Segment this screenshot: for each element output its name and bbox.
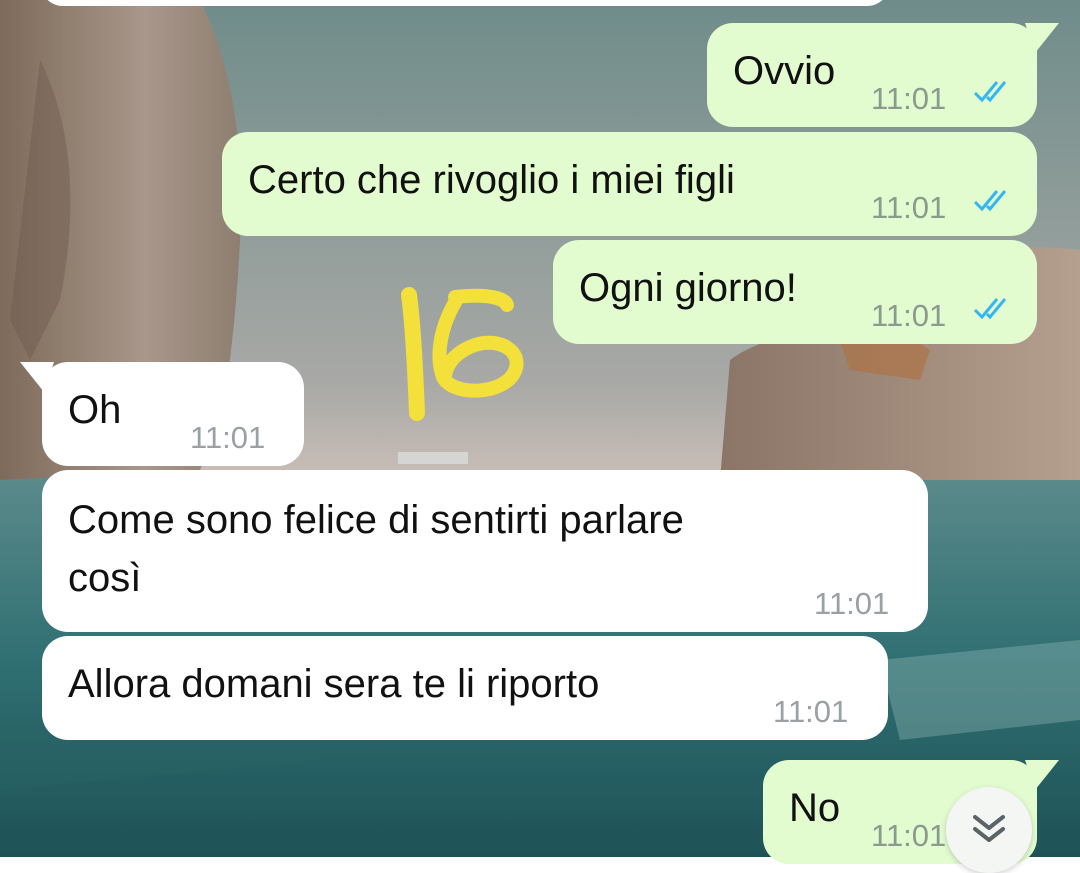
double-check-icon — [973, 190, 1007, 212]
message-bubble-incoming[interactable]: Oh 11:01 — [42, 362, 304, 466]
message-timestamp: 11:01 — [871, 818, 947, 853]
double-check-icon — [973, 298, 1007, 320]
message-bubble-outgoing[interactable]: Ogni giorno! 11:01 — [553, 240, 1037, 344]
message-text: Allora domani sera te li riporto — [68, 662, 600, 706]
double-check-icon — [973, 81, 1007, 103]
message-bubble-outgoing[interactable]: Ovvio 11:01 — [707, 23, 1037, 127]
message-text: Ogni giorno! — [579, 266, 797, 310]
message-text: Ovvio — [733, 49, 836, 93]
message-text: No — [789, 786, 841, 830]
message-timestamp: 11:01 — [773, 694, 849, 729]
message-timestamp: 11:01 — [871, 81, 947, 116]
message-timestamp: 11:01 — [814, 586, 890, 621]
message-timestamp: 11:01 — [871, 190, 947, 225]
message-text-line-2: così — [68, 556, 142, 600]
message-bubble-incoming[interactable]: Allora domani sera te li riporto 11:01 — [42, 636, 888, 740]
message-text: Oh — [68, 388, 122, 432]
message-timestamp: 11:01 — [871, 298, 947, 333]
bubble-tail — [1025, 23, 1059, 53]
message-bubble-incoming[interactable]: Come sono felice di sentirti parlare cos… — [42, 470, 928, 632]
message-text-line-1: Come sono felice di sentirti parlare — [68, 498, 684, 542]
partial-message-bubble — [40, 0, 890, 6]
chevron-double-down-icon — [973, 815, 1005, 842]
bubble-tail — [1025, 760, 1059, 790]
message-bubble-outgoing[interactable]: Certo che rivoglio i miei figli 11:01 — [222, 132, 1037, 236]
message-text: Certo che rivoglio i miei figli — [248, 158, 735, 202]
handwritten-annotation — [395, 285, 535, 425]
scroll-to-bottom-button[interactable] — [946, 787, 1032, 873]
message-timestamp: 11:01 — [190, 420, 266, 455]
